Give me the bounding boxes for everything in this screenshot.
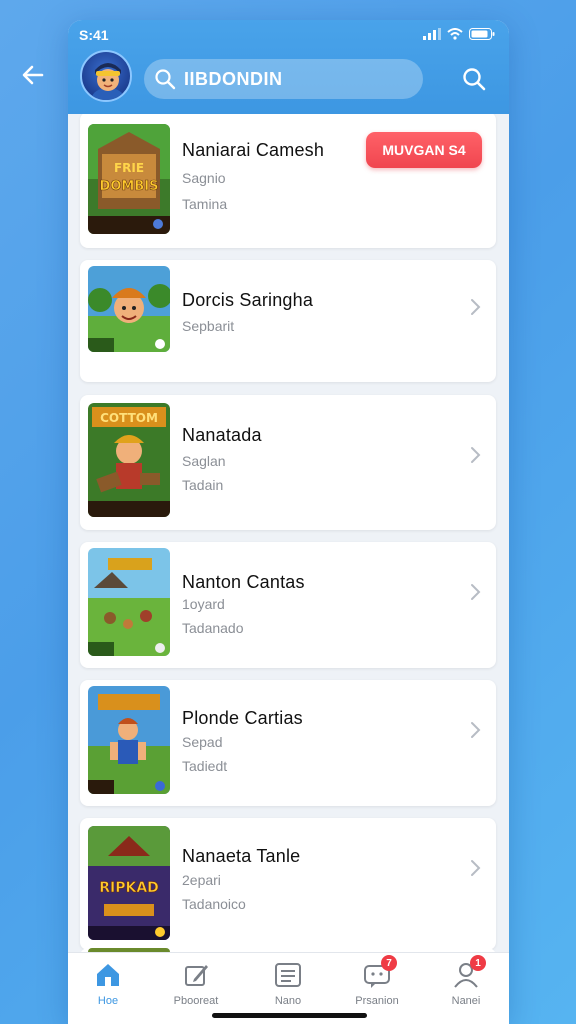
user-avatar[interactable] <box>80 50 132 102</box>
action-button[interactable]: MUVGAN S4 <box>366 132 482 168</box>
notification-badge: 7 <box>381 955 397 971</box>
game-subtitle: 1oyard <box>182 596 225 612</box>
home-indicator <box>212 1013 367 1018</box>
game-title: Nanatada <box>182 425 262 445</box>
tab-label: Nano <box>274 995 302 1007</box>
game-title: Naniarai Camesh <box>182 140 325 160</box>
search-bar[interactable]: IIBDONDIN <box>144 59 423 99</box>
top-bar: S:41 IIBDONDIN <box>68 20 509 114</box>
game-card[interactable]: RIPKAD Nanaeta Tanle 2epari Tadanoico <box>80 818 496 950</box>
game-meta: Tadanoico <box>182 896 246 912</box>
thumb-main-text: DOMBIS <box>100 179 159 194</box>
game-card[interactable]: COTTOM Nanatada Saglan Tadain <box>80 395 496 530</box>
wifi-icon <box>447 28 463 40</box>
game-thumbnail <box>88 266 170 352</box>
chat-icon: 7 <box>363 955 397 989</box>
search-button-icon[interactable] <box>461 66 487 92</box>
game-list: FRIE DOMBIS Naniarai Camesh Sagnio Tamin… <box>68 114 509 954</box>
game-subtitle: Sagnio <box>182 170 226 186</box>
game-meta: Tamina <box>182 196 228 212</box>
game-thumbnail: RIPKAD <box>88 826 170 940</box>
game-title: Plonde Cartias <box>182 708 303 728</box>
tab-home[interactable]: Hoe <box>68 961 148 1007</box>
game-card[interactable]: FRIE DOMBIS Naniarai Camesh Sagnio Tamin… <box>80 114 496 248</box>
signal-icon <box>423 28 441 40</box>
battery-icon <box>469 28 495 40</box>
back-arrow-icon[interactable] <box>20 62 46 88</box>
tab-label: Prsanion <box>355 995 399 1007</box>
game-title: Nanaeta Tanle <box>182 846 301 866</box>
chevron-right-icon[interactable] <box>468 582 482 602</box>
profile-icon: 1 <box>452 955 486 989</box>
game-subtitle: Sepbarit <box>182 318 235 334</box>
game-meta: Tadiedt <box>182 758 228 774</box>
game-title: Dorcis Saringha <box>182 290 314 310</box>
game-card[interactable]: Plonde Cartias Sepad Tadiedt <box>80 680 496 806</box>
thumb-main-text: RIPKAD <box>99 880 159 896</box>
tab-prsanion[interactable]: 7 Prsanion <box>337 955 417 1007</box>
game-meta: Tadain <box>182 477 224 493</box>
tab-label: Pbooreat <box>173 995 219 1007</box>
chevron-right-icon[interactable] <box>468 720 482 740</box>
game-subtitle: Sepad <box>182 734 223 750</box>
tab-label: Hoe <box>97 995 119 1007</box>
thumb-top-text: COTTOM <box>100 411 158 425</box>
game-subtitle: Saglan <box>182 453 226 469</box>
game-subtitle: 2epari <box>182 872 221 888</box>
status-time: S:41 <box>79 27 109 43</box>
chevron-right-icon[interactable] <box>468 297 482 317</box>
avatar-character-icon <box>92 63 124 100</box>
tab-nano[interactable]: Nano <box>248 961 328 1007</box>
phone-frame: S:41 IIBDONDIN FRIE DOMBIS Naniarai Came… <box>68 20 509 1024</box>
game-meta: Tadanado <box>182 620 244 636</box>
search-icon <box>155 69 176 90</box>
game-title: Nanton Cantas <box>182 572 305 592</box>
tab-nanei[interactable]: 1 Nanei <box>426 955 506 1007</box>
game-thumbnail <box>88 548 170 656</box>
game-thumbnail: FRIE DOMBIS <box>88 124 170 234</box>
tab-pbooreat[interactable]: Pbooreat <box>156 961 236 1007</box>
edit-icon <box>182 961 210 989</box>
game-card[interactable]: Nanton Cantas 1oyard Tadanado <box>80 542 496 668</box>
chevron-right-icon[interactable] <box>468 445 482 465</box>
tab-label: Nanei <box>451 995 481 1007</box>
search-text: IIBDONDIN <box>184 68 283 89</box>
game-thumbnail: COTTOM <box>88 403 170 517</box>
chevron-right-icon[interactable] <box>468 858 482 878</box>
notification-badge: 1 <box>470 955 486 971</box>
list-icon <box>274 961 302 989</box>
game-card[interactable]: Dorcis Saringha Sepbarit <box>80 260 496 382</box>
game-thumbnail <box>88 686 170 794</box>
home-icon <box>94 961 122 989</box>
status-icons <box>423 28 495 40</box>
thumb-top-text: FRIE <box>114 161 144 175</box>
